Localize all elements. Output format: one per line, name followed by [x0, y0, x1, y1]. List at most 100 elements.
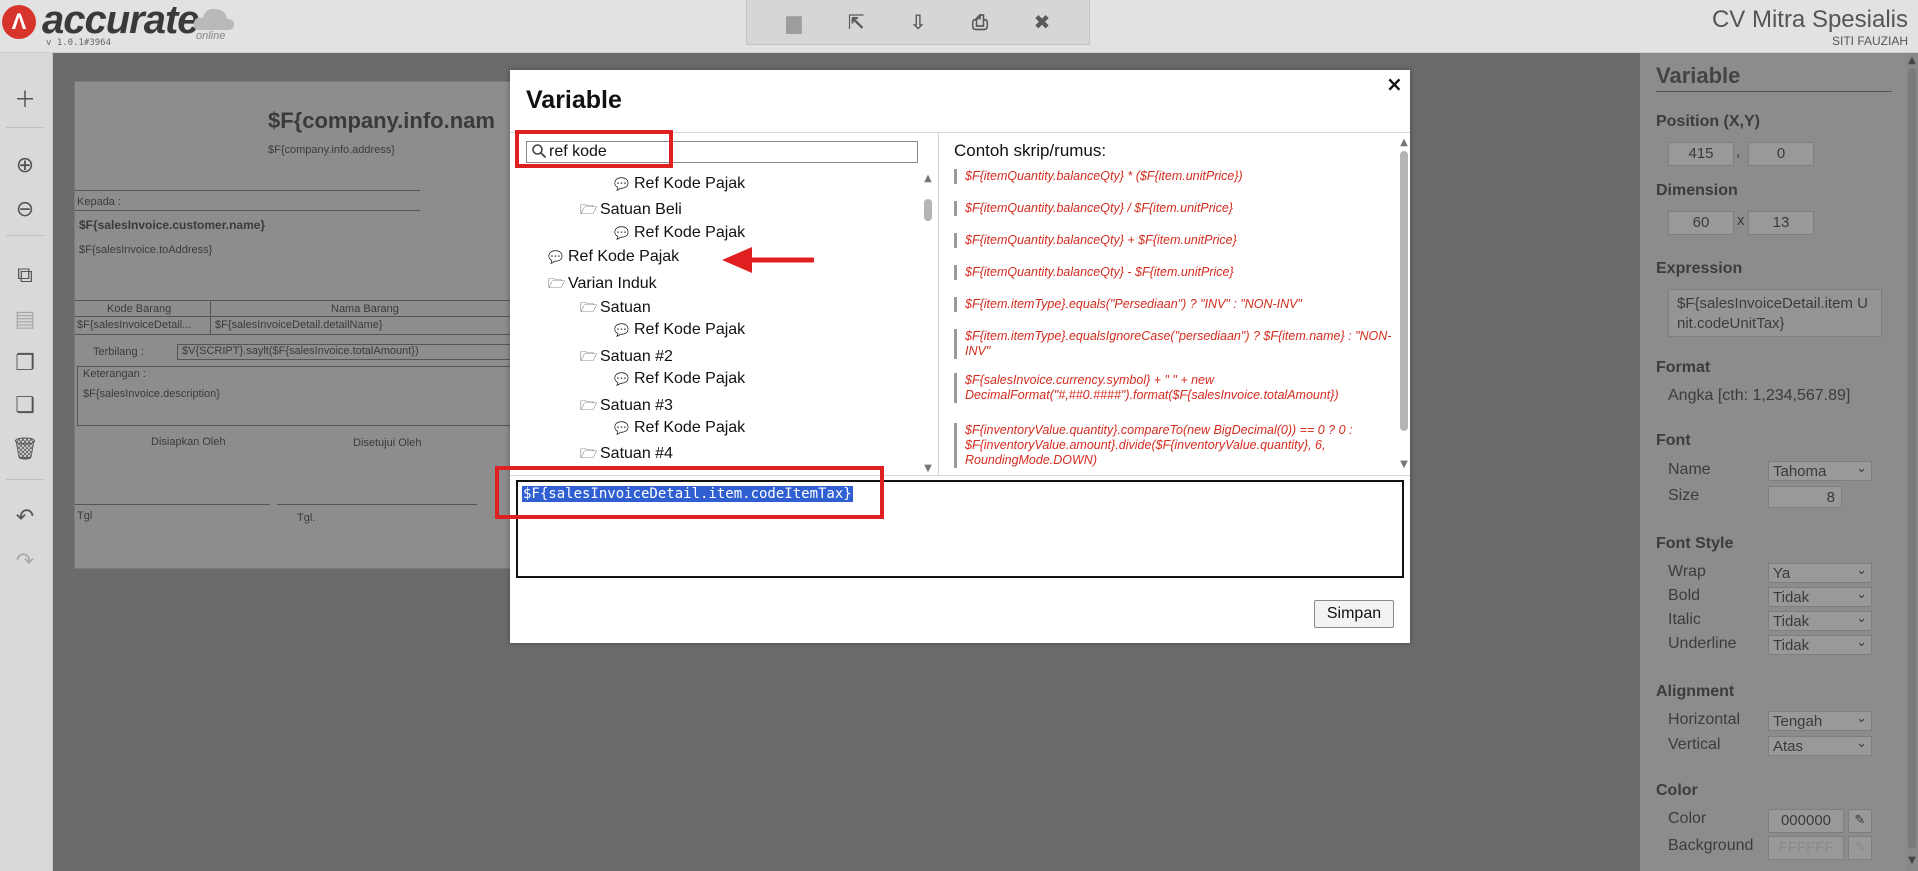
- scroll-up-icon[interactable]: ▲: [1907, 55, 1917, 66]
- copy-icon[interactable]: ⧉: [8, 259, 42, 293]
- format-value[interactable]: Angka [cth: 1,234,567.89]: [1668, 387, 1850, 405]
- paste-icon[interactable]: ▤: [8, 303, 42, 337]
- folder-open-icon: 🗁: [580, 202, 598, 219]
- position-y-input[interactable]: 0: [1748, 142, 1814, 166]
- tree-item[interactable]: 💬 Ref Kode Pajak: [614, 321, 745, 339]
- col-kode-header[interactable]: Kode Barang: [107, 303, 171, 315]
- col-nama-header[interactable]: Nama Barang: [331, 303, 399, 315]
- example-item[interactable]: $F{itemQuantity.balanceQty} - $F{item.un…: [954, 265, 1394, 280]
- keterangan-field[interactable]: $F{salesInvoice.description}: [83, 388, 220, 400]
- tree-scrollbar[interactable]: ▲ ▼: [922, 173, 934, 474]
- company-name: CV Mitra Spesialis: [1711, 6, 1908, 33]
- import-icon[interactable]: ⇩: [903, 9, 933, 35]
- tree-item[interactable]: 💬 Ref Kode Pajak: [614, 419, 745, 437]
- example-item[interactable]: $F{item.itemType}.equals("Persediaan") ?…: [954, 297, 1394, 312]
- example-item[interactable]: $F{itemQuantity.balanceQty} * ($F{item.u…: [954, 169, 1394, 184]
- example-item[interactable]: $F{inventoryValue.quantity}.compareTo(ne…: [954, 423, 1394, 468]
- company-name-field[interactable]: $F{company.info.nam: [268, 108, 495, 134]
- add-icon[interactable]: ＋: [8, 84, 42, 118]
- expression-highlight-box: [495, 466, 884, 519]
- export-icon[interactable]: ⇱: [841, 9, 871, 35]
- example-item[interactable]: $F{itemQuantity.balanceQty} + $F{item.un…: [954, 233, 1394, 248]
- expression-field[interactable]: $F{salesInvoiceDetail.item Unit.codeUnit…: [1668, 289, 1882, 337]
- tree-item[interactable]: 🗁 Satuan #2: [580, 346, 673, 370]
- tree-item[interactable]: 🗁 Satuan #4: [580, 443, 673, 467]
- horizontal-select[interactable]: Tengah: [1768, 708, 1872, 731]
- zoom-in-icon[interactable]: ⊕: [8, 149, 42, 183]
- wrap-select[interactable]: Ya: [1768, 560, 1872, 583]
- background-input[interactable]: FFFFFF: [1768, 836, 1844, 860]
- bring-front-icon[interactable]: ❐: [8, 347, 42, 381]
- save-button[interactable]: Simpan: [1314, 600, 1394, 628]
- font-size-input[interactable]: 8: [1768, 486, 1842, 508]
- example-item[interactable]: $F{item.itemType}.equalsIgnoreCase("pers…: [954, 329, 1394, 359]
- save-icon[interactable]: ▆: [779, 9, 809, 35]
- zoom-out-icon[interactable]: ⊖: [8, 193, 42, 227]
- kepada-label[interactable]: Kepada :: [77, 196, 121, 208]
- tree-item[interactable]: 💬 Ref Kode Pajak: [614, 175, 745, 193]
- examples-scrollbar[interactable]: ▲ ▼: [1398, 137, 1410, 473]
- to-address-field[interactable]: $F{salesInvoice.toAddress}: [79, 244, 212, 256]
- scrollbar-thumb[interactable]: [1908, 69, 1916, 849]
- tree-item[interactable]: 🗁 Satuan Beli: [580, 199, 682, 223]
- underline-select[interactable]: Tidak: [1768, 632, 1872, 655]
- dimension-height-input[interactable]: 13: [1748, 211, 1814, 235]
- tree-item[interactable]: 🗁 Satuan #3: [580, 395, 673, 419]
- scroll-down-icon[interactable]: ▼: [1907, 855, 1917, 866]
- scroll-down-icon[interactable]: ▼: [922, 463, 934, 474]
- example-item[interactable]: $F{itemQuantity.balanceQty} / $F{item.un…: [954, 201, 1394, 216]
- cell-kode[interactable]: $F{salesInvoiceDetail...: [77, 319, 191, 331]
- close-icon[interactable]: ×: [1386, 72, 1403, 96]
- vertical-select[interactable]: Atas: [1768, 733, 1872, 756]
- comment-icon: 💬: [614, 177, 629, 191]
- divider: [210, 316, 211, 334]
- pencil-icon[interactable]: ✎: [1848, 809, 1872, 833]
- folder-open-icon: 🗁: [580, 300, 598, 316]
- scroll-up-icon[interactable]: ▲: [1398, 137, 1410, 148]
- position-x-input[interactable]: 415: [1668, 142, 1734, 166]
- terbilang-label[interactable]: Terbilang :: [93, 346, 144, 358]
- background-label: Background: [1668, 837, 1754, 854]
- tree-item[interactable]: 🗁 Satuan: [580, 297, 651, 321]
- company-address-field[interactable]: $F{company.info.address}: [268, 144, 395, 156]
- scroll-down-icon[interactable]: ▼: [1398, 459, 1410, 470]
- tree-item[interactable]: 💬 Ref Kode Pajak: [614, 370, 745, 388]
- redo-icon[interactable]: ↷: [8, 545, 42, 579]
- dimension-width-input[interactable]: 60: [1668, 211, 1734, 235]
- scroll-up-icon[interactable]: ▲: [922, 173, 934, 184]
- tgl-label[interactable]: Tgl: [77, 510, 92, 522]
- scrollbar-thumb[interactable]: [1400, 151, 1408, 431]
- bold-select[interactable]: Tidak: [1768, 584, 1872, 607]
- close-icon[interactable]: ✖: [1027, 9, 1057, 35]
- example-item[interactable]: $F{salesInvoice.currency.symbol} + " " +…: [954, 373, 1394, 403]
- keterangan-label[interactable]: Keterangan :: [83, 368, 146, 380]
- send-back-icon[interactable]: ❏: [8, 389, 42, 423]
- cell-nama[interactable]: $F{salesInvoiceDetail.detailName}: [215, 319, 383, 331]
- tree-item[interactable]: 🗁 Varian Induk: [548, 273, 657, 297]
- disetujui-label[interactable]: Disetujui Oleh: [353, 437, 421, 449]
- divider: [1656, 91, 1892, 92]
- tree-item-label: Satuan: [600, 299, 651, 316]
- top-bar: Λ accurate v 1.0.1#3964 online ▆ ⇱ ⇩ ⎙ ✖…: [0, 0, 1918, 53]
- user-name: SITI FAUZIAH: [1831, 34, 1908, 48]
- customer-name-field[interactable]: $F{salesInvoice.customer.name}: [79, 218, 265, 232]
- undo-icon[interactable]: ↶: [8, 501, 42, 535]
- preview-icon[interactable]: ⎙: [965, 9, 995, 35]
- accurate-logo: Λ accurate v 1.0.1#3964 online: [0, 0, 250, 50]
- panel-scrollbar[interactable]: ▲ ▼: [1906, 53, 1918, 871]
- disiapkan-label[interactable]: Disiapkan Oleh: [151, 436, 226, 448]
- tree-item[interactable]: 💬 Ref Kode Pajak: [614, 224, 745, 242]
- trash-icon[interactable]: 🗑: [8, 433, 42, 467]
- tgl-label[interactable]: Tgl.: [297, 512, 315, 524]
- position-label: Position (X,Y): [1656, 113, 1760, 130]
- tree-item[interactable]: 💬 Ref Kode Pajak: [548, 248, 679, 266]
- pencil-icon[interactable]: ✎: [1848, 836, 1872, 860]
- variable-tree-pane: 💬Ref Kode Pajak🗁Satuan Beli💬Ref Kode Paj…: [510, 133, 939, 475]
- color-input[interactable]: 000000: [1768, 809, 1844, 833]
- terbilang-field[interactable]: $V{SCRIPT}.saylt($F{salesInvoice.totalAm…: [177, 344, 519, 360]
- divider: [75, 210, 420, 211]
- tree-item-label: Satuan #4: [600, 445, 673, 463]
- font-name-select[interactable]: Tahoma: [1768, 458, 1872, 481]
- italic-select[interactable]: Tidak: [1768, 608, 1872, 631]
- scrollbar-thumb[interactable]: [924, 199, 932, 221]
